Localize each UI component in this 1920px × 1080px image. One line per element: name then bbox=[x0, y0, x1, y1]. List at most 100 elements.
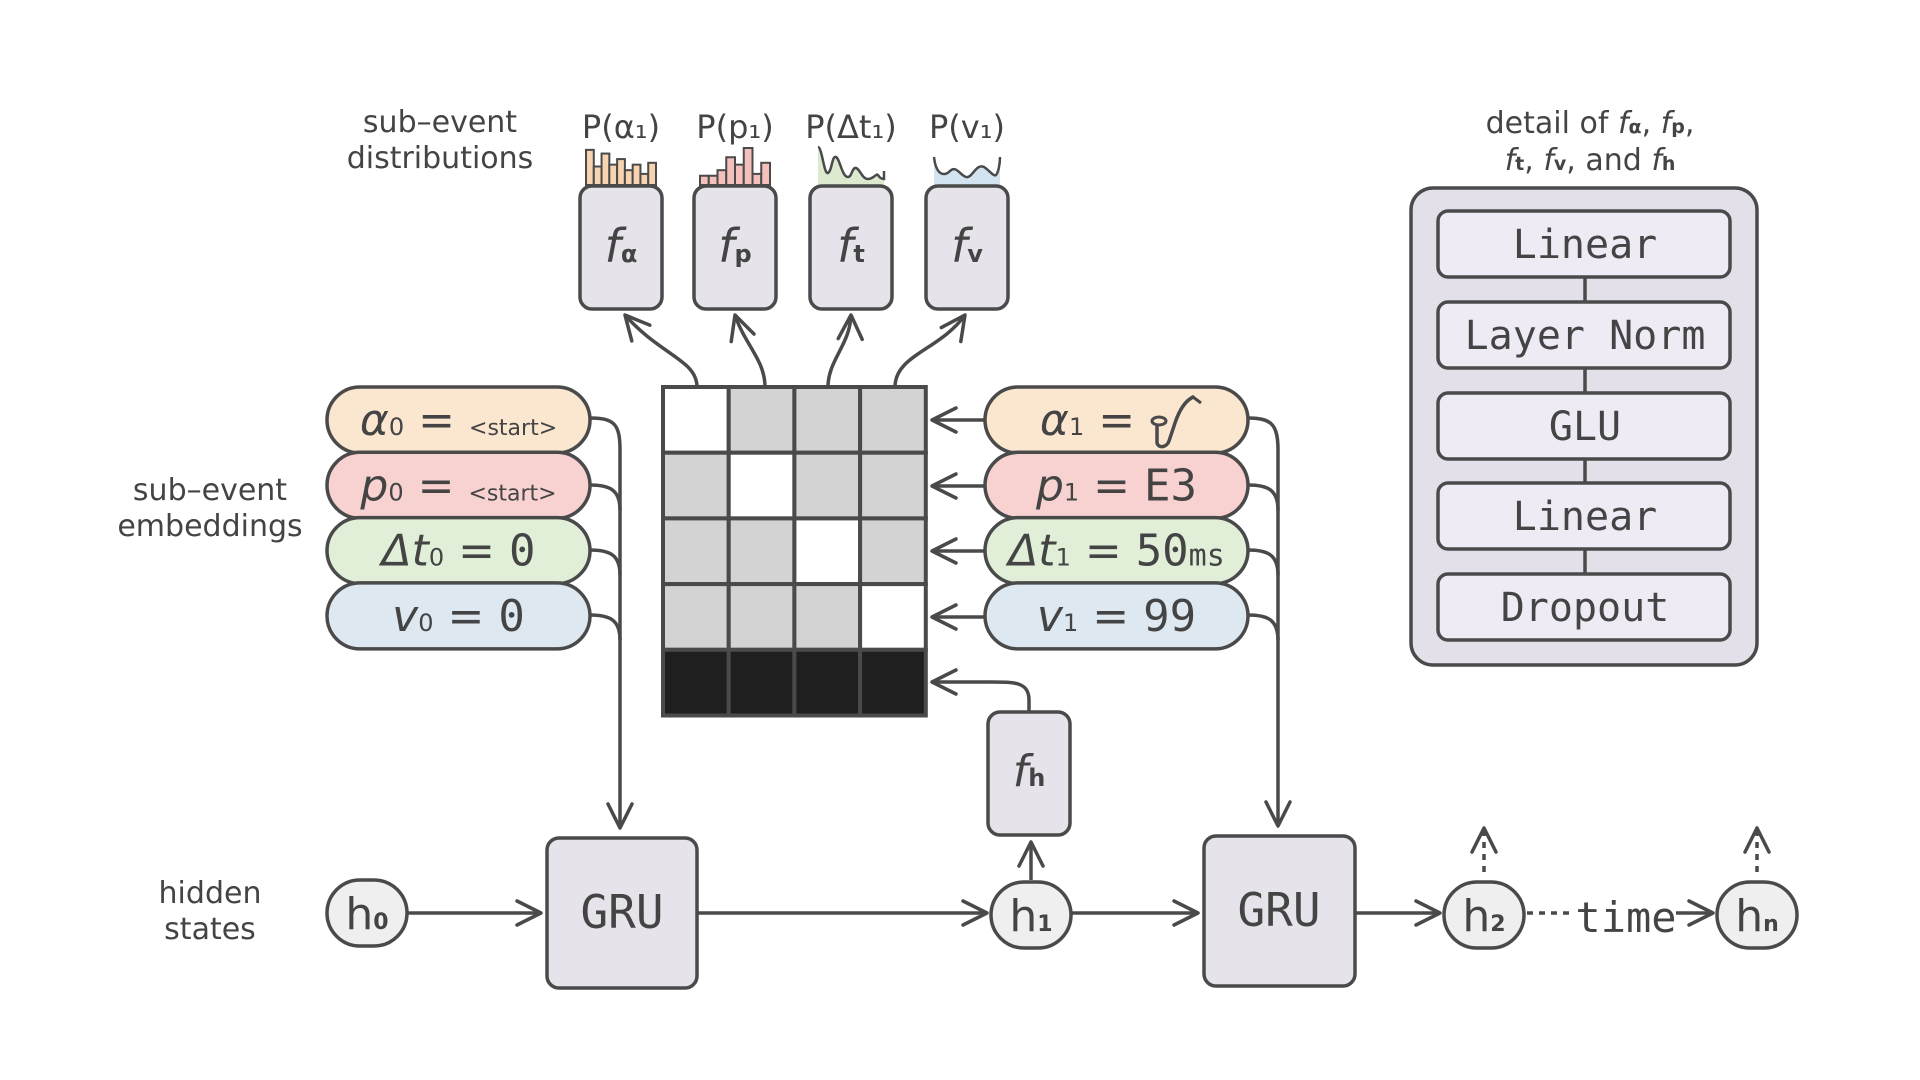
arrow-to-f-t bbox=[826, 313, 864, 388]
right-embedding-1: p1 = E3 bbox=[983, 450, 1250, 521]
dist-bar bbox=[716, 169, 728, 186]
dist-bar bbox=[631, 163, 642, 186]
dist-bar bbox=[751, 172, 763, 186]
hidden-state-0: h0 bbox=[325, 878, 409, 948]
hidden-state-1: h1 bbox=[989, 880, 1073, 950]
hidden-state-2: h2 bbox=[1442, 880, 1526, 950]
layer-label: Linear bbox=[1513, 222, 1658, 268]
dist-bar bbox=[600, 152, 611, 187]
dist-bar bbox=[699, 174, 710, 186]
dist-bar bbox=[623, 169, 634, 186]
prob-label-t: P(Δt₁) bbox=[805, 108, 897, 146]
mask-matrix bbox=[661, 385, 928, 718]
embeddings-label-line1: sub–event bbox=[133, 473, 287, 508]
embedding-text: v0 = 0 bbox=[392, 591, 525, 642]
arrow-to-f-p bbox=[729, 313, 767, 388]
layer-label: Linear bbox=[1513, 494, 1658, 540]
dist-bar bbox=[734, 163, 745, 186]
head-α: P(α₁)fα bbox=[578, 108, 664, 311]
dist-bar bbox=[760, 161, 771, 187]
dist-bar bbox=[647, 161, 658, 187]
gru-2-label: GRU bbox=[1237, 883, 1320, 937]
matrix-cell-white bbox=[792, 516, 863, 587]
right-embedding-0: α1 = bbox=[983, 385, 1250, 455]
right-connectors bbox=[1247, 416, 1292, 828]
right-embedding-2: Δt1 = 50ms bbox=[983, 515, 1250, 586]
distributions-label: sub–event distributions bbox=[347, 105, 534, 176]
matrix-cell-gray bbox=[726, 582, 797, 652]
hidden-states-label: hidden states bbox=[159, 876, 262, 947]
dist-area bbox=[818, 147, 884, 185]
layer-label: Layer Norm bbox=[1465, 313, 1706, 359]
right-embedding-3: v1 = 99 bbox=[983, 581, 1250, 651]
matrix-cell-gray bbox=[792, 385, 863, 455]
head-v: P(v₁)fv bbox=[924, 108, 1010, 311]
time-label: time bbox=[1575, 893, 1676, 942]
output-heads: P(α₁)fα P(p₁)fp P(Δt₁)ft P(v₁)fv bbox=[578, 108, 1010, 311]
distribution-t bbox=[816, 145, 886, 185]
arrow-to-f-v bbox=[893, 313, 967, 388]
left-connectors bbox=[589, 416, 634, 830]
gru-1-label: GRU bbox=[580, 885, 663, 939]
hidden-states-label-line1: hidden bbox=[159, 876, 262, 911]
gru-2: GRU bbox=[1202, 834, 1357, 988]
left-embedding-0: α0 = <start> bbox=[325, 385, 592, 455]
dist-bar bbox=[592, 165, 603, 186]
left-embedding-2: Δt0 = 0 bbox=[325, 515, 592, 586]
detail-title-line2: ft, fv, and fh bbox=[1505, 143, 1676, 178]
layer-label: GLU bbox=[1549, 404, 1621, 450]
distributions-label-line2: distributions bbox=[347, 141, 534, 176]
matrix-cell-white bbox=[726, 450, 797, 521]
matrix-cell-black bbox=[858, 647, 928, 718]
matrix-cell-gray bbox=[726, 516, 797, 587]
embeddings-label: sub–event embeddings bbox=[117, 473, 302, 544]
matrix-cell-gray bbox=[661, 516, 731, 587]
dist-bar bbox=[608, 163, 619, 186]
left-embedding-3: v0 = 0 bbox=[325, 581, 592, 651]
dist-bar bbox=[616, 158, 626, 187]
matrix-cell-gray bbox=[661, 582, 731, 652]
matrix-cell-black bbox=[792, 647, 863, 718]
matrix-cell-black bbox=[661, 647, 731, 718]
dist-bar bbox=[742, 147, 754, 186]
hidden-state-n: hn bbox=[1715, 880, 1799, 950]
prob-label-v: P(v₁) bbox=[929, 108, 1005, 146]
dist-bar bbox=[707, 174, 719, 186]
distribution-α bbox=[585, 148, 658, 187]
arrow-to-f-alpha bbox=[623, 313, 699, 388]
dist-bar bbox=[585, 148, 595, 187]
matrix-cell-gray bbox=[792, 582, 863, 652]
hidden-states-label-line2: states bbox=[164, 912, 256, 947]
distributions-label-line1: sub–event bbox=[363, 105, 517, 140]
matrix-cell-gray bbox=[661, 450, 731, 521]
matrix-cell-black bbox=[726, 647, 797, 718]
f-h-subscript: h bbox=[1028, 764, 1045, 792]
left-embeddings: α0 = <start>p0 = <start>Δt0 = 0 v0 = 0 bbox=[325, 385, 592, 651]
distribution-v bbox=[932, 156, 1002, 185]
f-h-module: fh bbox=[986, 710, 1072, 837]
embeddings-label-line2: embeddings bbox=[117, 509, 302, 544]
architecture-diagram: sub–event distributions sub–event embedd… bbox=[117, 105, 1799, 990]
dist-bar bbox=[639, 172, 650, 186]
distribution-p bbox=[699, 147, 771, 187]
embedding-text: p1 = E3 bbox=[1035, 460, 1197, 511]
prob-label-α: P(α₁) bbox=[582, 108, 660, 146]
head-p: P(p₁)fp bbox=[692, 108, 778, 311]
head-arrows bbox=[623, 313, 967, 388]
dist-bar bbox=[725, 156, 736, 186]
right-embeddings: α1 = p1 = E3Δt1 = 50msv1 = 99 bbox=[983, 385, 1250, 651]
layer-label: Dropout bbox=[1501, 585, 1670, 631]
matrix-cell-white bbox=[661, 385, 731, 455]
left-embedding-1: p0 = <start> bbox=[325, 450, 592, 521]
matrix-cell-white bbox=[858, 582, 928, 652]
embedding-text: Δt0 = 0 bbox=[379, 526, 536, 577]
detail-title-line1: detail of fα, fp, bbox=[1486, 106, 1695, 141]
matrix-cell-gray bbox=[726, 385, 797, 455]
head-t: P(Δt₁)ft bbox=[805, 108, 897, 311]
matrix-cell-gray bbox=[858, 450, 928, 521]
prob-label-p: P(p₁) bbox=[696, 108, 773, 146]
detail-panel: detail of fα, fp, ft, fv, and fh Linear L… bbox=[1409, 106, 1759, 667]
matrix-cell-gray bbox=[858, 385, 928, 455]
matrix-cell-gray bbox=[858, 516, 928, 587]
embedding-text: v1 = 99 bbox=[1037, 591, 1196, 642]
